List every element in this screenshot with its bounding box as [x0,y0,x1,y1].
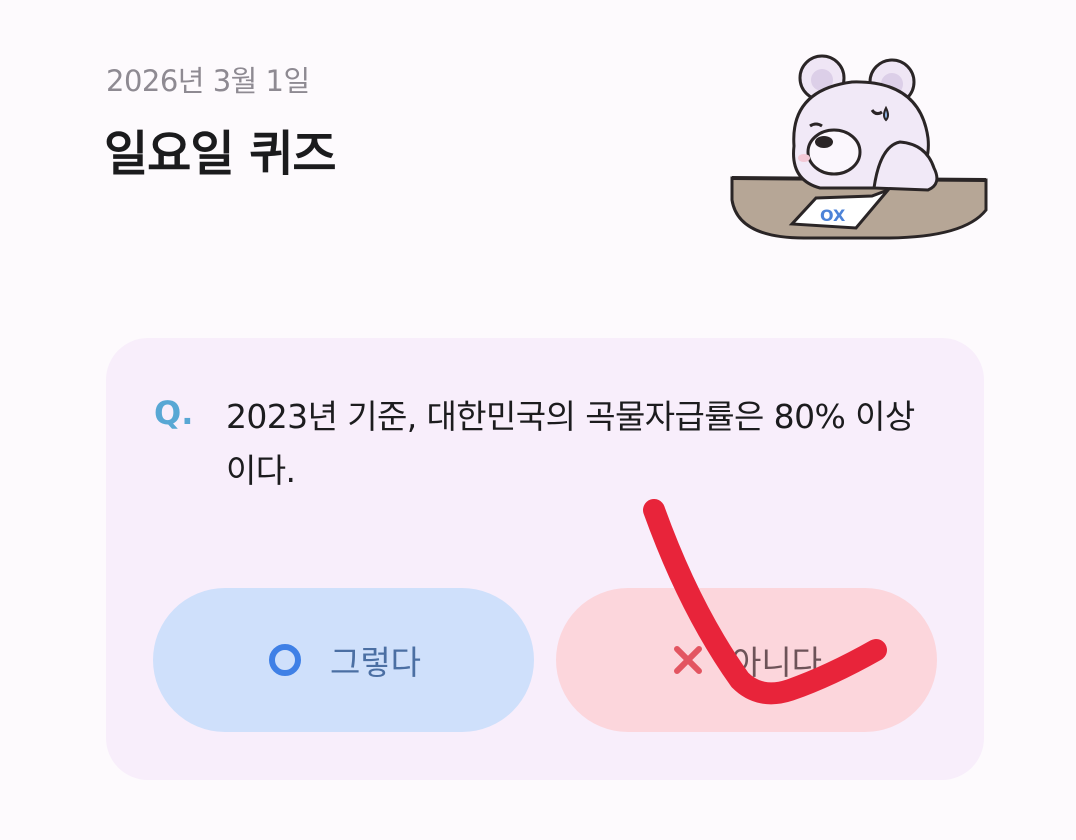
circle-o-icon [266,641,304,679]
mascot-paper-ox: OX [820,206,846,225]
answer-yes-label: 그렇다 [329,643,422,682]
page-title: 일요일 퀴즈 [104,126,337,182]
bear-mascot-icon: OX [730,54,988,240]
quiz-page: 2026년 3월 1일 일요일 퀴즈 OX Q. 2023년 기준, 대한민국의… [0,0,1076,840]
answer-no-label: 아니다 [730,643,823,682]
x-icon [671,643,705,677]
quiz-date: 2026년 3월 1일 [106,64,310,98]
question-text: 2023년 기준, 대한민국의 곡물자급률은 80% 이상이다. [226,397,915,490]
answer-yes-button[interactable]: 그렇다 [153,588,534,732]
answer-no-button[interactable]: 아니다 [556,588,937,732]
question-marker: Q. [154,394,194,432]
